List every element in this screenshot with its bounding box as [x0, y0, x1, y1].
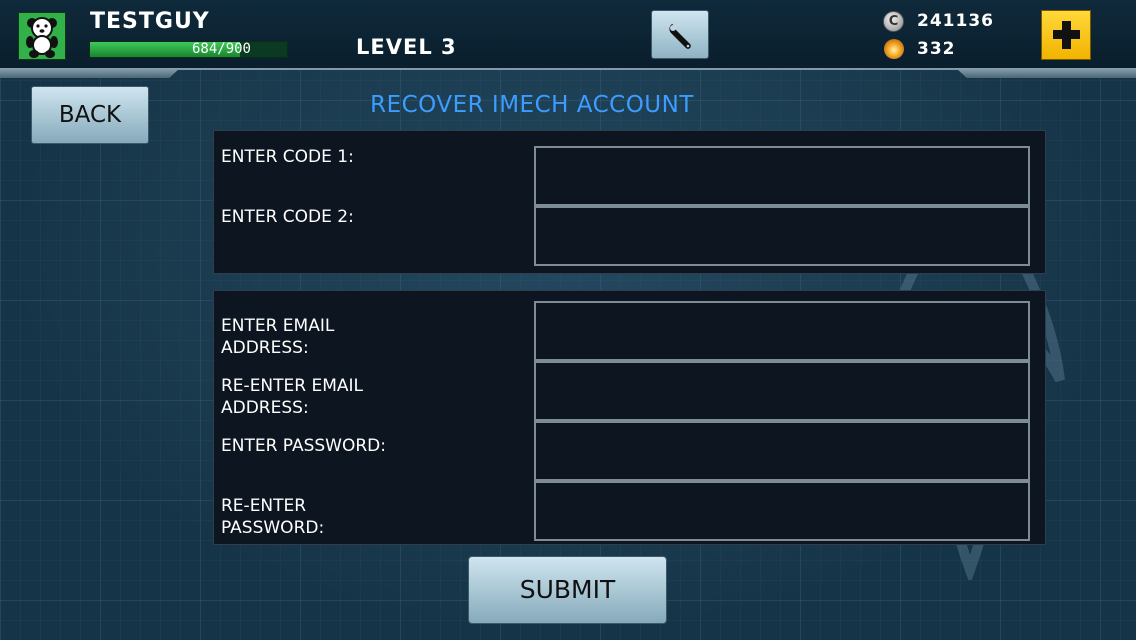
coin-symbol: C	[888, 14, 899, 29]
email-input[interactable]	[534, 301, 1030, 361]
top-bar-rail-left	[0, 68, 180, 78]
back-button[interactable]: BACK	[31, 86, 149, 144]
player-name: TESTGUY	[90, 9, 210, 34]
account-panel: ENTER EMAIL ADDRESS: RE-ENTER EMAIL ADDR…	[213, 290, 1046, 545]
wrench-icon	[669, 24, 691, 49]
teddy-bear-icon	[26, 17, 58, 58]
player-avatar[interactable]	[18, 12, 66, 60]
confirm-email-label: RE-ENTER EMAIL ADDRESS:	[221, 376, 364, 418]
settings-button[interactable]	[651, 10, 709, 59]
code-2-input[interactable]	[534, 206, 1030, 266]
page-title: RECOVER IMECH ACCOUNT	[370, 92, 694, 118]
code-2-row: ENTER CODE 2:	[214, 206, 1045, 266]
gems-value: 332	[917, 39, 956, 59]
password-row: ENTER PASSWORD:	[214, 421, 1045, 481]
code-2-label: ENTER CODE 2:	[221, 207, 354, 227]
email-row: ENTER EMAIL ADDRESS:	[214, 301, 1045, 361]
xp-progress-bar: 684/900	[89, 41, 288, 58]
confirm-email-row: RE-ENTER EMAIL ADDRESS:	[214, 361, 1045, 421]
submit-button[interactable]: SUBMIT	[468, 556, 667, 624]
top-bar: TESTGUY 684/900 LEVEL 3 C 241136 332	[0, 0, 1136, 70]
code-1-row: ENTER CODE 1:	[214, 146, 1045, 206]
confirm-password-row: RE-ENTER PASSWORD:	[214, 481, 1045, 541]
add-currency-button[interactable]	[1041, 10, 1091, 60]
coin-icon: C	[883, 11, 904, 32]
code-1-input[interactable]	[534, 146, 1030, 206]
confirm-password-input[interactable]	[534, 481, 1030, 541]
code-1-label: ENTER CODE 1:	[221, 147, 354, 167]
level-label: LEVEL 3	[356, 35, 457, 59]
gem-icon	[884, 39, 904, 59]
confirm-password-label: RE-ENTER PASSWORD:	[221, 496, 325, 538]
code-panel: ENTER CODE 1: ENTER CODE 2:	[213, 130, 1046, 274]
top-bar-rail-right	[956, 68, 1136, 78]
password-input[interactable]	[534, 421, 1030, 481]
password-label: ENTER PASSWORD:	[221, 436, 386, 456]
email-label: ENTER EMAIL ADDRESS:	[221, 316, 335, 358]
coins-value: 241136	[917, 11, 994, 31]
confirm-email-input[interactable]	[534, 361, 1030, 421]
xp-text: 684/900	[191, 41, 251, 57]
